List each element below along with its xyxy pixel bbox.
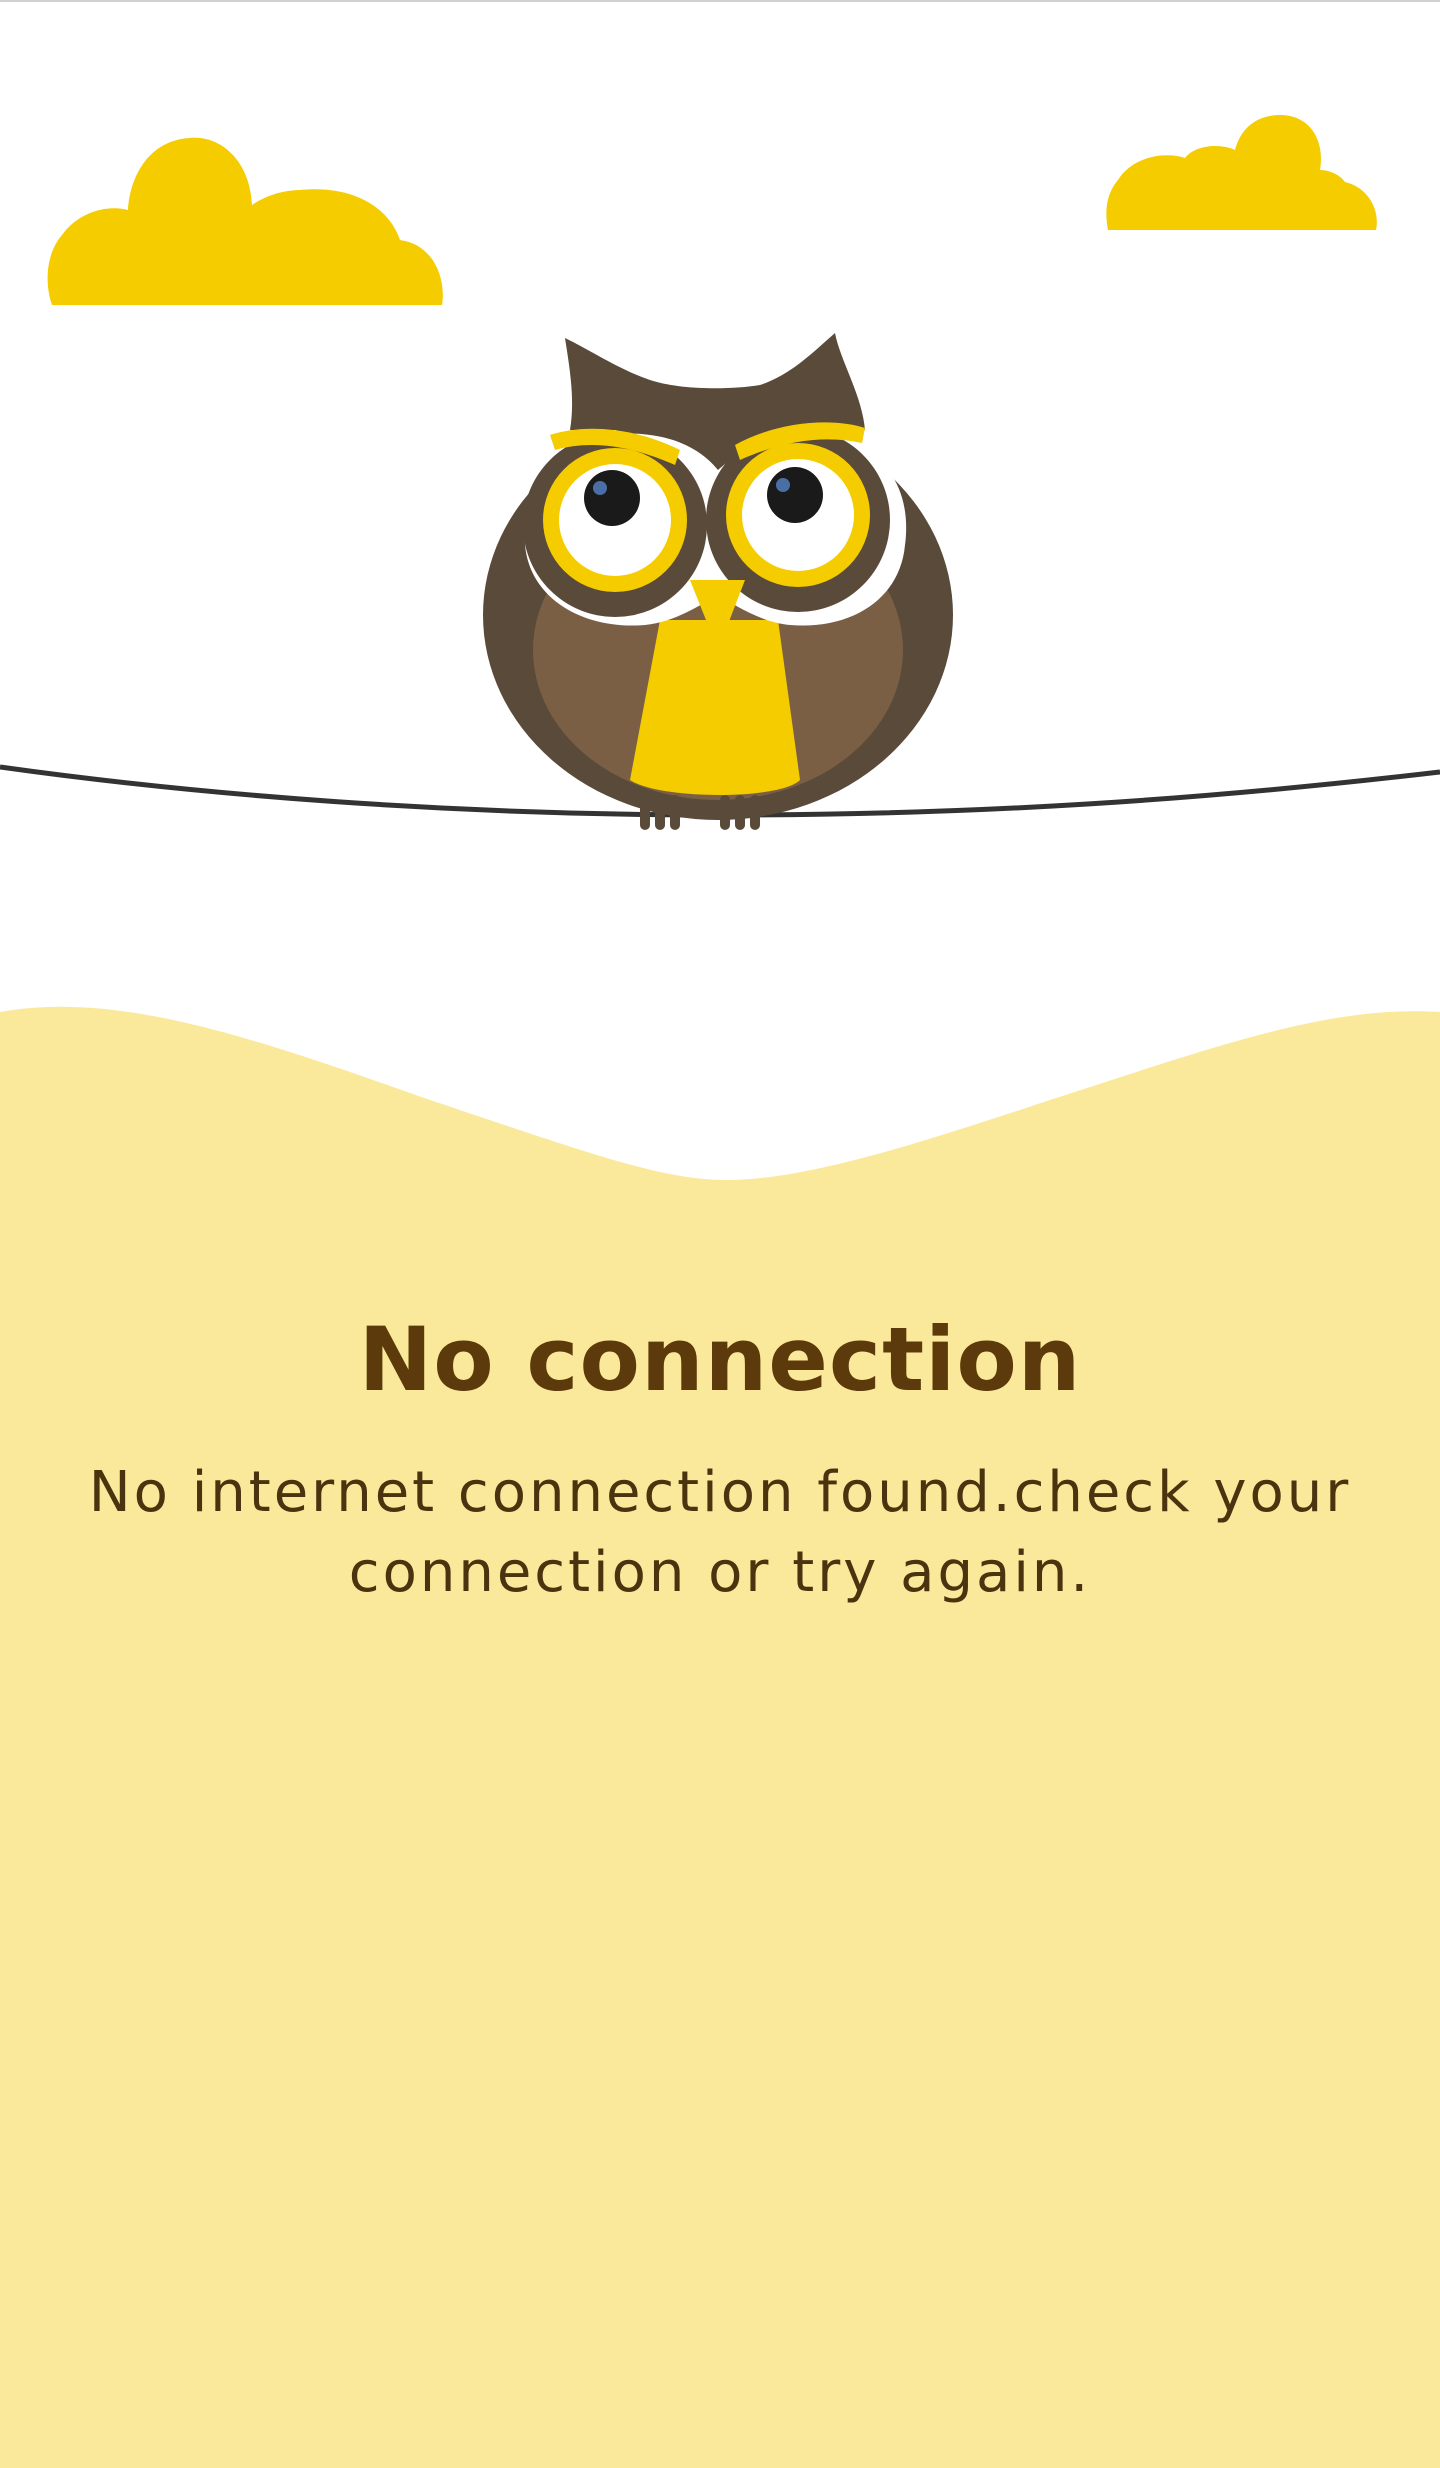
- error-title: No connection: [358, 1308, 1082, 1411]
- cloud-right-icon: [1106, 115, 1377, 230]
- error-message: No internet connection found.check your …: [88, 1460, 1352, 1605]
- no-connection-screen: No connection No internet connection fou…: [0, 0, 1440, 2468]
- wave-background: [0, 1006, 1440, 2468]
- cloud-left-icon: [47, 137, 443, 305]
- owl-mascot-icon: [483, 333, 953, 830]
